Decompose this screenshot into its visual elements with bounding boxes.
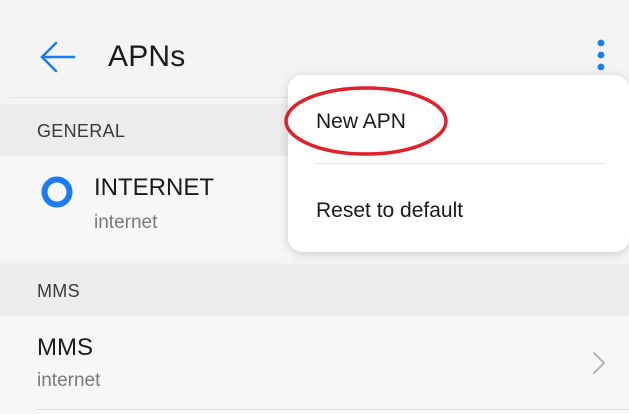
apn-value: internet [37, 370, 101, 391]
apn-value: internet [94, 212, 158, 233]
page-title: APNs [108, 40, 186, 73]
list-divider [37, 409, 629, 410]
status-bar [0, 0, 629, 14]
menu-item-new-apn[interactable]: New APN [288, 81, 629, 161]
menu-divider [316, 163, 604, 164]
radio-button-selected[interactable] [40, 175, 74, 209]
apn-name: MMS [37, 334, 93, 361]
more-options-button[interactable] [588, 36, 614, 78]
more-vertical-icon [597, 39, 605, 71]
section-label: MMS [37, 281, 80, 301]
overflow-menu: New APN Reset to default [288, 75, 629, 252]
apn-name: INTERNET [94, 174, 214, 201]
menu-item-label: Reset to default [316, 199, 464, 222]
menu-item-label: New APN [316, 110, 406, 133]
section-label: GENERAL [37, 121, 126, 141]
section-header-mms: MMS [0, 264, 629, 316]
back-button[interactable] [36, 36, 78, 78]
apn-item-mms[interactable]: MMS internet [0, 316, 629, 414]
arrow-left-icon [40, 41, 76, 73]
menu-item-reset-to-default[interactable]: Reset to default [288, 171, 629, 251]
radio-selected-icon [41, 176, 73, 208]
chevron-right-icon [590, 349, 608, 377]
